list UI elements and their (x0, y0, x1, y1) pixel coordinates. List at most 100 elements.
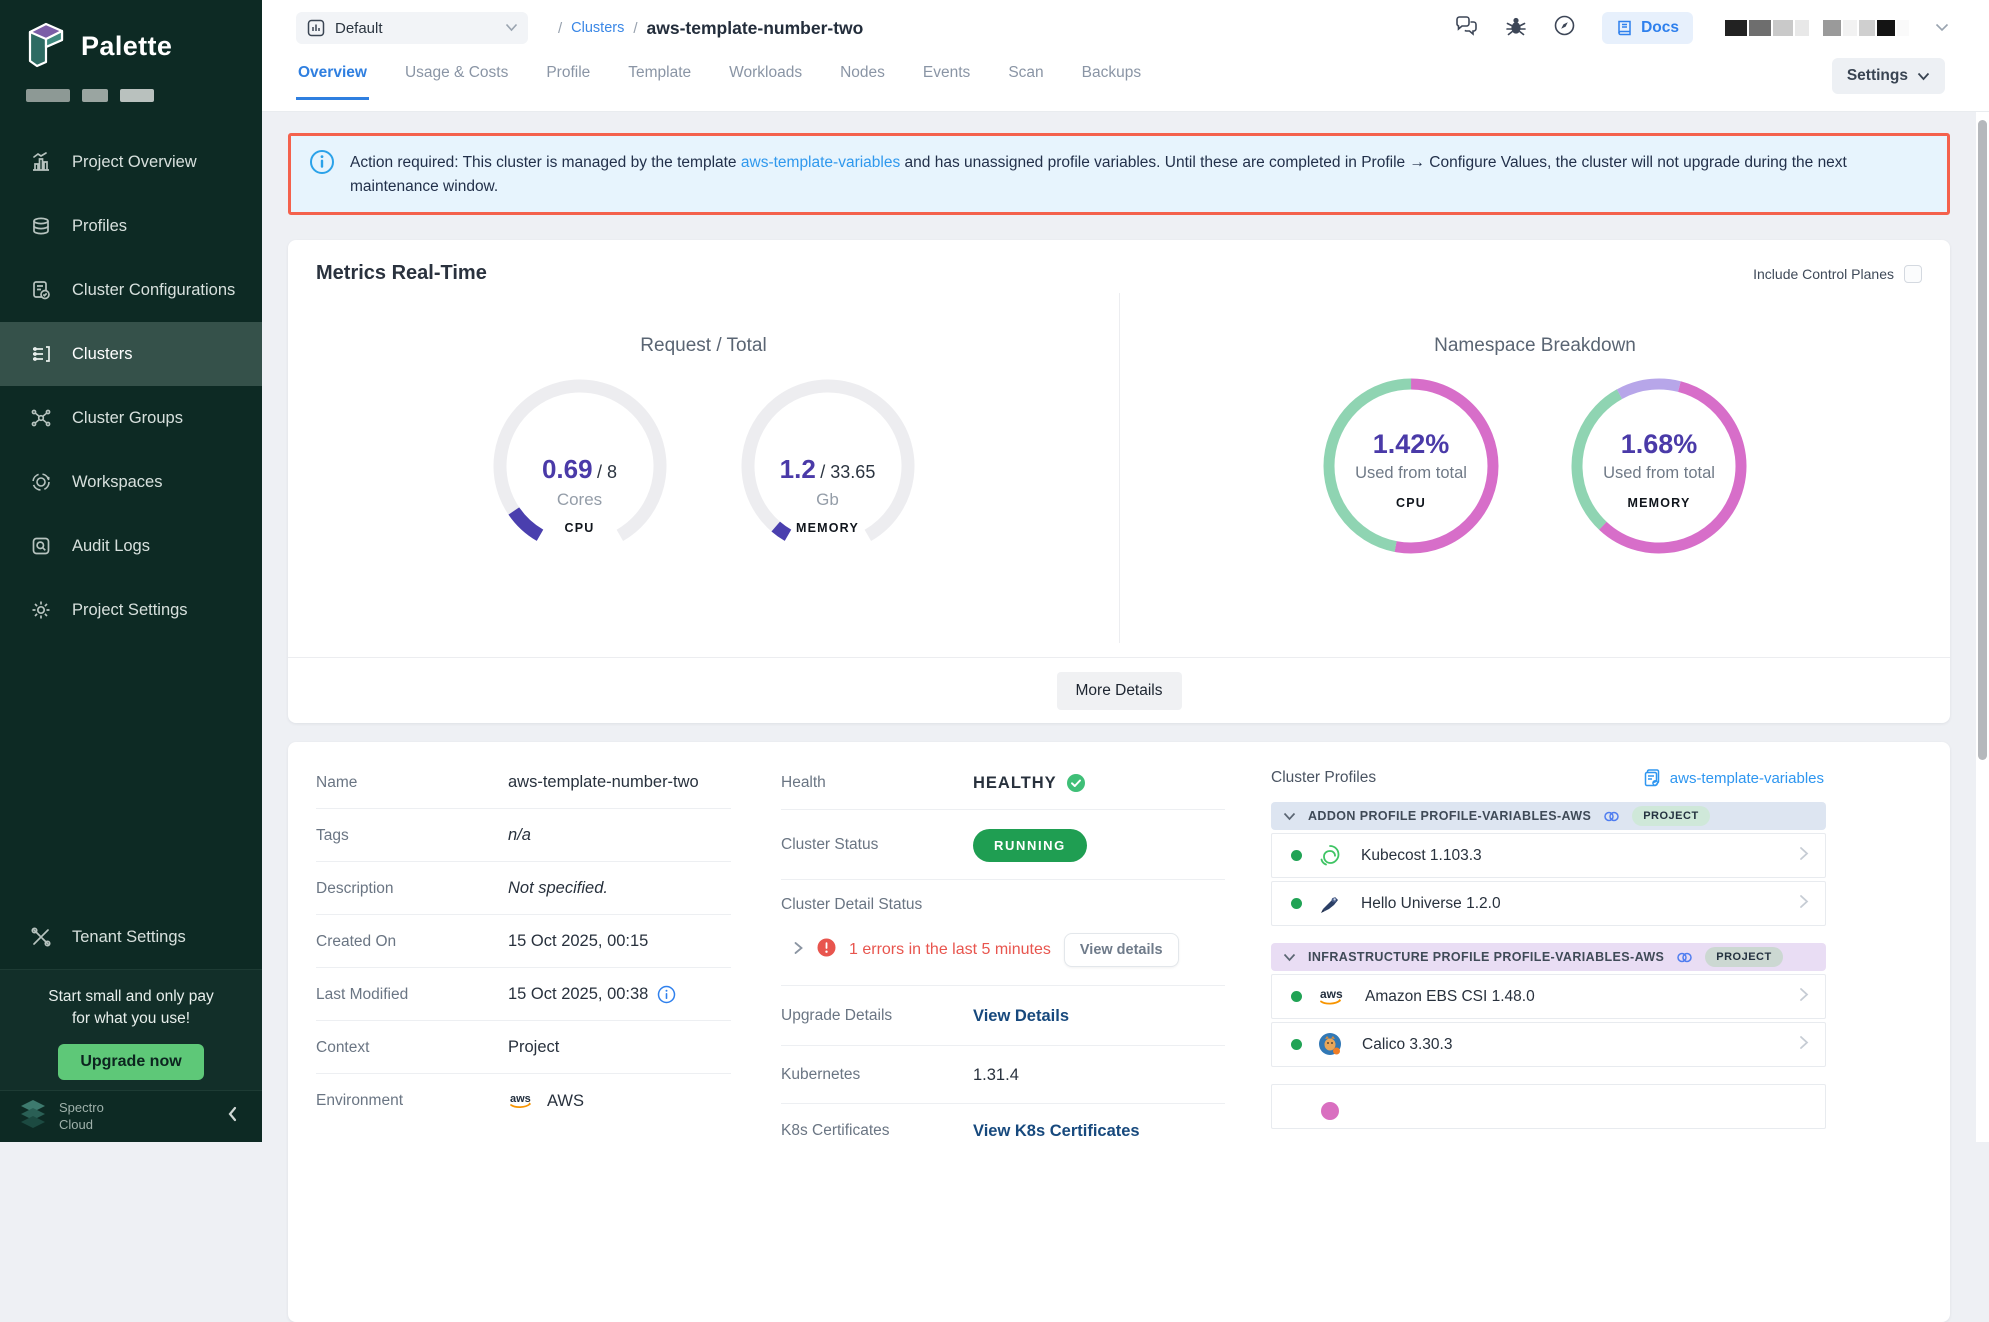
namespace-cpu-label: CPU (1316, 496, 1506, 510)
template-variables-link[interactable]: aws-template-variables (1643, 768, 1824, 788)
sidebar-item-workspaces[interactable]: Workspaces (0, 450, 262, 514)
chevron-right-icon (1799, 987, 1809, 1007)
link-icon (1603, 810, 1620, 823)
tab-events[interactable]: Events (921, 58, 972, 100)
compass-tour-icon[interactable] (1553, 14, 1576, 42)
request-total-panel: Request / Total 0.69 / 8 Cores CPU (288, 293, 1119, 643)
more-details-button[interactable]: More Details (1057, 672, 1182, 710)
aws-ebs-icon: aws (1317, 985, 1347, 1009)
feedback-chat-icon[interactable] (1454, 15, 1479, 42)
template-doc-icon (1643, 768, 1662, 788)
view-k8s-certificates-link[interactable]: View K8s Certificates (973, 1122, 1140, 1141)
name-row: Name aws-template-number-two (316, 756, 731, 809)
profile-item-name: Kubecost 1.103.3 (1361, 847, 1482, 865)
cluster-detail-status-block: Cluster Detail Status 1 errors in the la… (781, 880, 1225, 986)
sidebar-item-tenant-settings[interactable]: Tenant Settings (0, 905, 262, 969)
profile-item-amazon-ebs-csi[interactable]: aws Amazon EBS CSI 1.48.0 (1271, 974, 1826, 1019)
status-dot (1291, 991, 1302, 1002)
namespace-breakdown-title: Namespace Breakdown (1120, 335, 1950, 357)
addon-profile-group-header[interactable]: ADDON PROFILE PROFILE-VARIABLES-AWS PROJ… (1271, 802, 1826, 830)
include-control-planes-checkbox[interactable] (1904, 265, 1922, 283)
sidebar-nav: Project Overview Profiles Cluster Config… (0, 130, 262, 642)
profile-item-partial[interactable] (1271, 1084, 1826, 1129)
scrollbar-track[interactable] (1976, 112, 1989, 1142)
user-menu-chevron-icon[interactable] (1935, 19, 1949, 37)
orbit-icon (30, 471, 52, 493)
expander-chevron-icon[interactable] (793, 941, 804, 960)
namespace-cpu-donut: 1.42% Used from total CPU (1316, 371, 1506, 571)
sidebar-item-clusters[interactable]: Clusters (0, 322, 262, 386)
description-value: Not specified. (508, 879, 608, 898)
partial-profile-icon (1317, 1095, 1343, 1121)
promo-line2: for what you use! (72, 1010, 190, 1027)
cpu-gauge-label: CPU (485, 521, 675, 535)
tags-value: n/a (508, 826, 531, 845)
tags-row: Tags n/a (316, 809, 731, 862)
project-selector-value: Default (335, 20, 383, 37)
health-value: HEALTHY (973, 774, 1057, 793)
upgrade-now-button[interactable]: Upgrade now (58, 1044, 203, 1080)
document-check-icon (30, 279, 52, 301)
info-icon (657, 985, 676, 1004)
link-icon (1676, 951, 1693, 964)
tab-template[interactable]: Template (626, 58, 693, 100)
sidebar-item-profiles[interactable]: Profiles (0, 194, 262, 258)
kubernetes-row: Kubernetes 1.31.4 (781, 1046, 1225, 1104)
sidebar-collapse-chevron[interactable] (226, 1106, 240, 1127)
request-total-title: Request / Total (288, 335, 1119, 357)
tools-icon (30, 926, 52, 948)
tab-overview[interactable]: Overview (296, 58, 369, 100)
sidebar-item-cluster-groups[interactable]: Cluster Groups (0, 386, 262, 450)
cluster-details-card: Name aws-template-number-two Tags n/a De… (288, 742, 1950, 1322)
sidebar-item-project-overview[interactable]: Project Overview (0, 130, 262, 194)
sidebar-item-project-settings[interactable]: Project Settings (0, 578, 262, 642)
profile-item-kubecost[interactable]: Kubecost 1.103.3 (1271, 833, 1826, 878)
tab-workloads[interactable]: Workloads (727, 58, 804, 100)
project-badge: PROJECT (1632, 806, 1709, 826)
settings-button[interactable]: Settings (1832, 58, 1945, 94)
chevron-down-icon (1917, 72, 1930, 81)
cluster-detail-status-label: Cluster Detail Status (781, 896, 1225, 914)
memory-gauge-label: MEMORY (733, 521, 923, 535)
profile-item-calico[interactable]: Calico 3.30.3 (1271, 1022, 1826, 1067)
upgrade-promo: Start small and only payfor what you use… (0, 969, 262, 1090)
gear-icon (30, 599, 52, 621)
k8s-certificates-row: K8s Certificates View K8s Certificates (781, 1104, 1225, 1157)
last-modified-row: Last Modified 15 Oct 2025, 00:38 (316, 968, 731, 1021)
sidebar-item-cluster-configurations[interactable]: Cluster Configurations (0, 258, 262, 322)
palette-logo-icon (24, 20, 68, 73)
breadcrumb-current: aws-template-number-two (647, 18, 864, 39)
profile-item-name: Hello Universe 1.2.0 (1361, 895, 1501, 913)
project-selector[interactable]: Default (296, 12, 528, 44)
bug-report-icon[interactable] (1505, 15, 1527, 42)
last-modified-value: 15 Oct 2025, 00:38 (508, 985, 648, 1004)
calico-icon (1317, 1031, 1344, 1058)
infrastructure-profile-group-header[interactable]: INFRASTRUCTURE PROFILE PROFILE-VARIABLES… (1271, 943, 1826, 971)
bar-chart-icon (30, 151, 52, 173)
tab-backups[interactable]: Backups (1080, 58, 1143, 100)
tab-profile[interactable]: Profile (544, 58, 592, 100)
breadcrumb-clusters-link[interactable]: Clusters (571, 20, 624, 36)
cluster-tabs: Overview Usage & Costs Profile Template … (296, 58, 1143, 100)
scrollbar-thumb[interactable] (1978, 120, 1987, 760)
cpu-unit: Cores (485, 490, 675, 510)
docs-button[interactable]: Docs (1602, 12, 1693, 44)
view-details-button[interactable]: View details (1064, 933, 1179, 967)
tab-nodes[interactable]: Nodes (838, 58, 887, 100)
cluster-profiles-panel: Cluster Profiles aws-template-variables … (1271, 756, 1826, 1282)
sidebar-item-audit-logs[interactable]: Audit Logs (0, 514, 262, 578)
spectro-cloud-logo (16, 1097, 50, 1136)
alert-template-link[interactable]: aws-template-variables (741, 154, 900, 171)
brand-name: Palette (81, 31, 172, 62)
upgrade-view-details-link[interactable]: View Details (973, 1007, 1069, 1026)
tab-scan[interactable]: Scan (1006, 58, 1045, 100)
redacted-project-info (26, 89, 262, 102)
info-icon (309, 149, 335, 180)
memory-total-value: / 33.65 (820, 462, 875, 482)
footer-brand-line2: Cloud (59, 1117, 93, 1132)
kubecost-icon (1317, 843, 1343, 869)
status-dot (1291, 1039, 1302, 1050)
tab-usage-costs[interactable]: Usage & Costs (403, 58, 510, 100)
profile-item-hello-universe[interactable]: Hello Universe 1.2.0 (1271, 881, 1826, 926)
kubernetes-version-value: 1.31.4 (973, 1066, 1019, 1085)
